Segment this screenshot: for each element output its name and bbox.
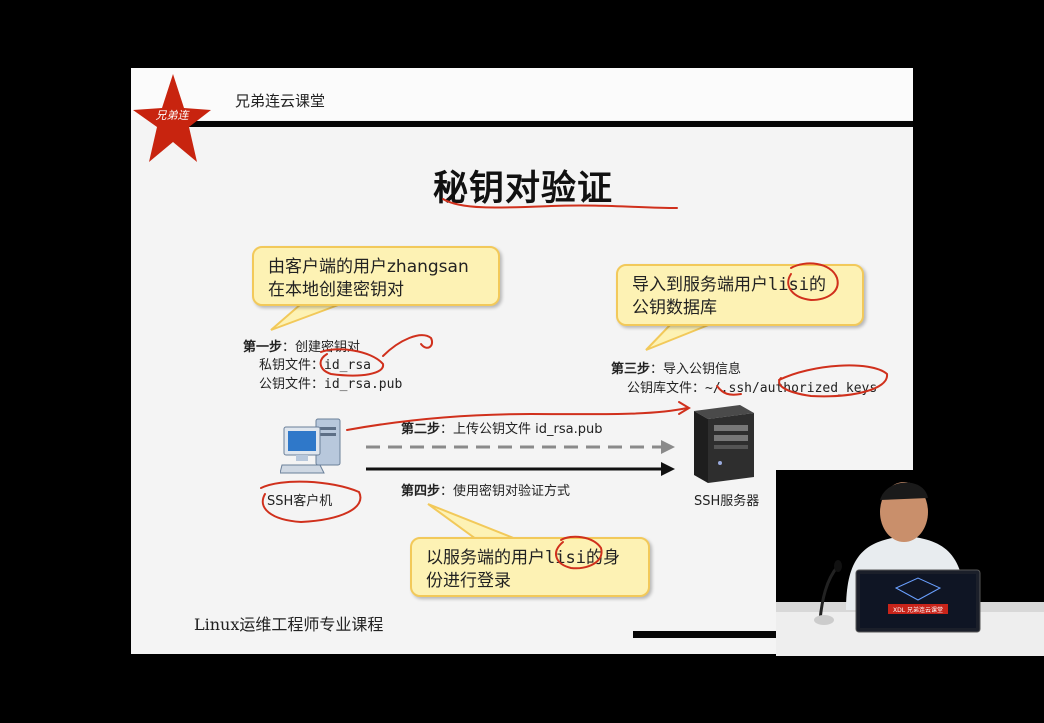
ink-circle-lisi-2: [555, 535, 603, 570]
ink-circle-client: [260, 480, 362, 524]
ink-title-underline: [442, 198, 678, 209]
laptop-label: XDL 兄弟连云课堂: [893, 606, 943, 614]
ink-tick-tilde: [716, 385, 742, 396]
laptop-icon: XDL 兄弟连云课堂: [855, 569, 981, 633]
ink-circle-lisi-1: [787, 262, 839, 302]
ink-line-upload: [346, 407, 688, 431]
ink-circle-authkeys: [778, 364, 888, 398]
ink-circle-idrsa: [319, 348, 385, 377]
ink-squiggle-1: [382, 334, 433, 357]
presenter-video: XDL 兄弟连云课堂: [776, 470, 1044, 656]
